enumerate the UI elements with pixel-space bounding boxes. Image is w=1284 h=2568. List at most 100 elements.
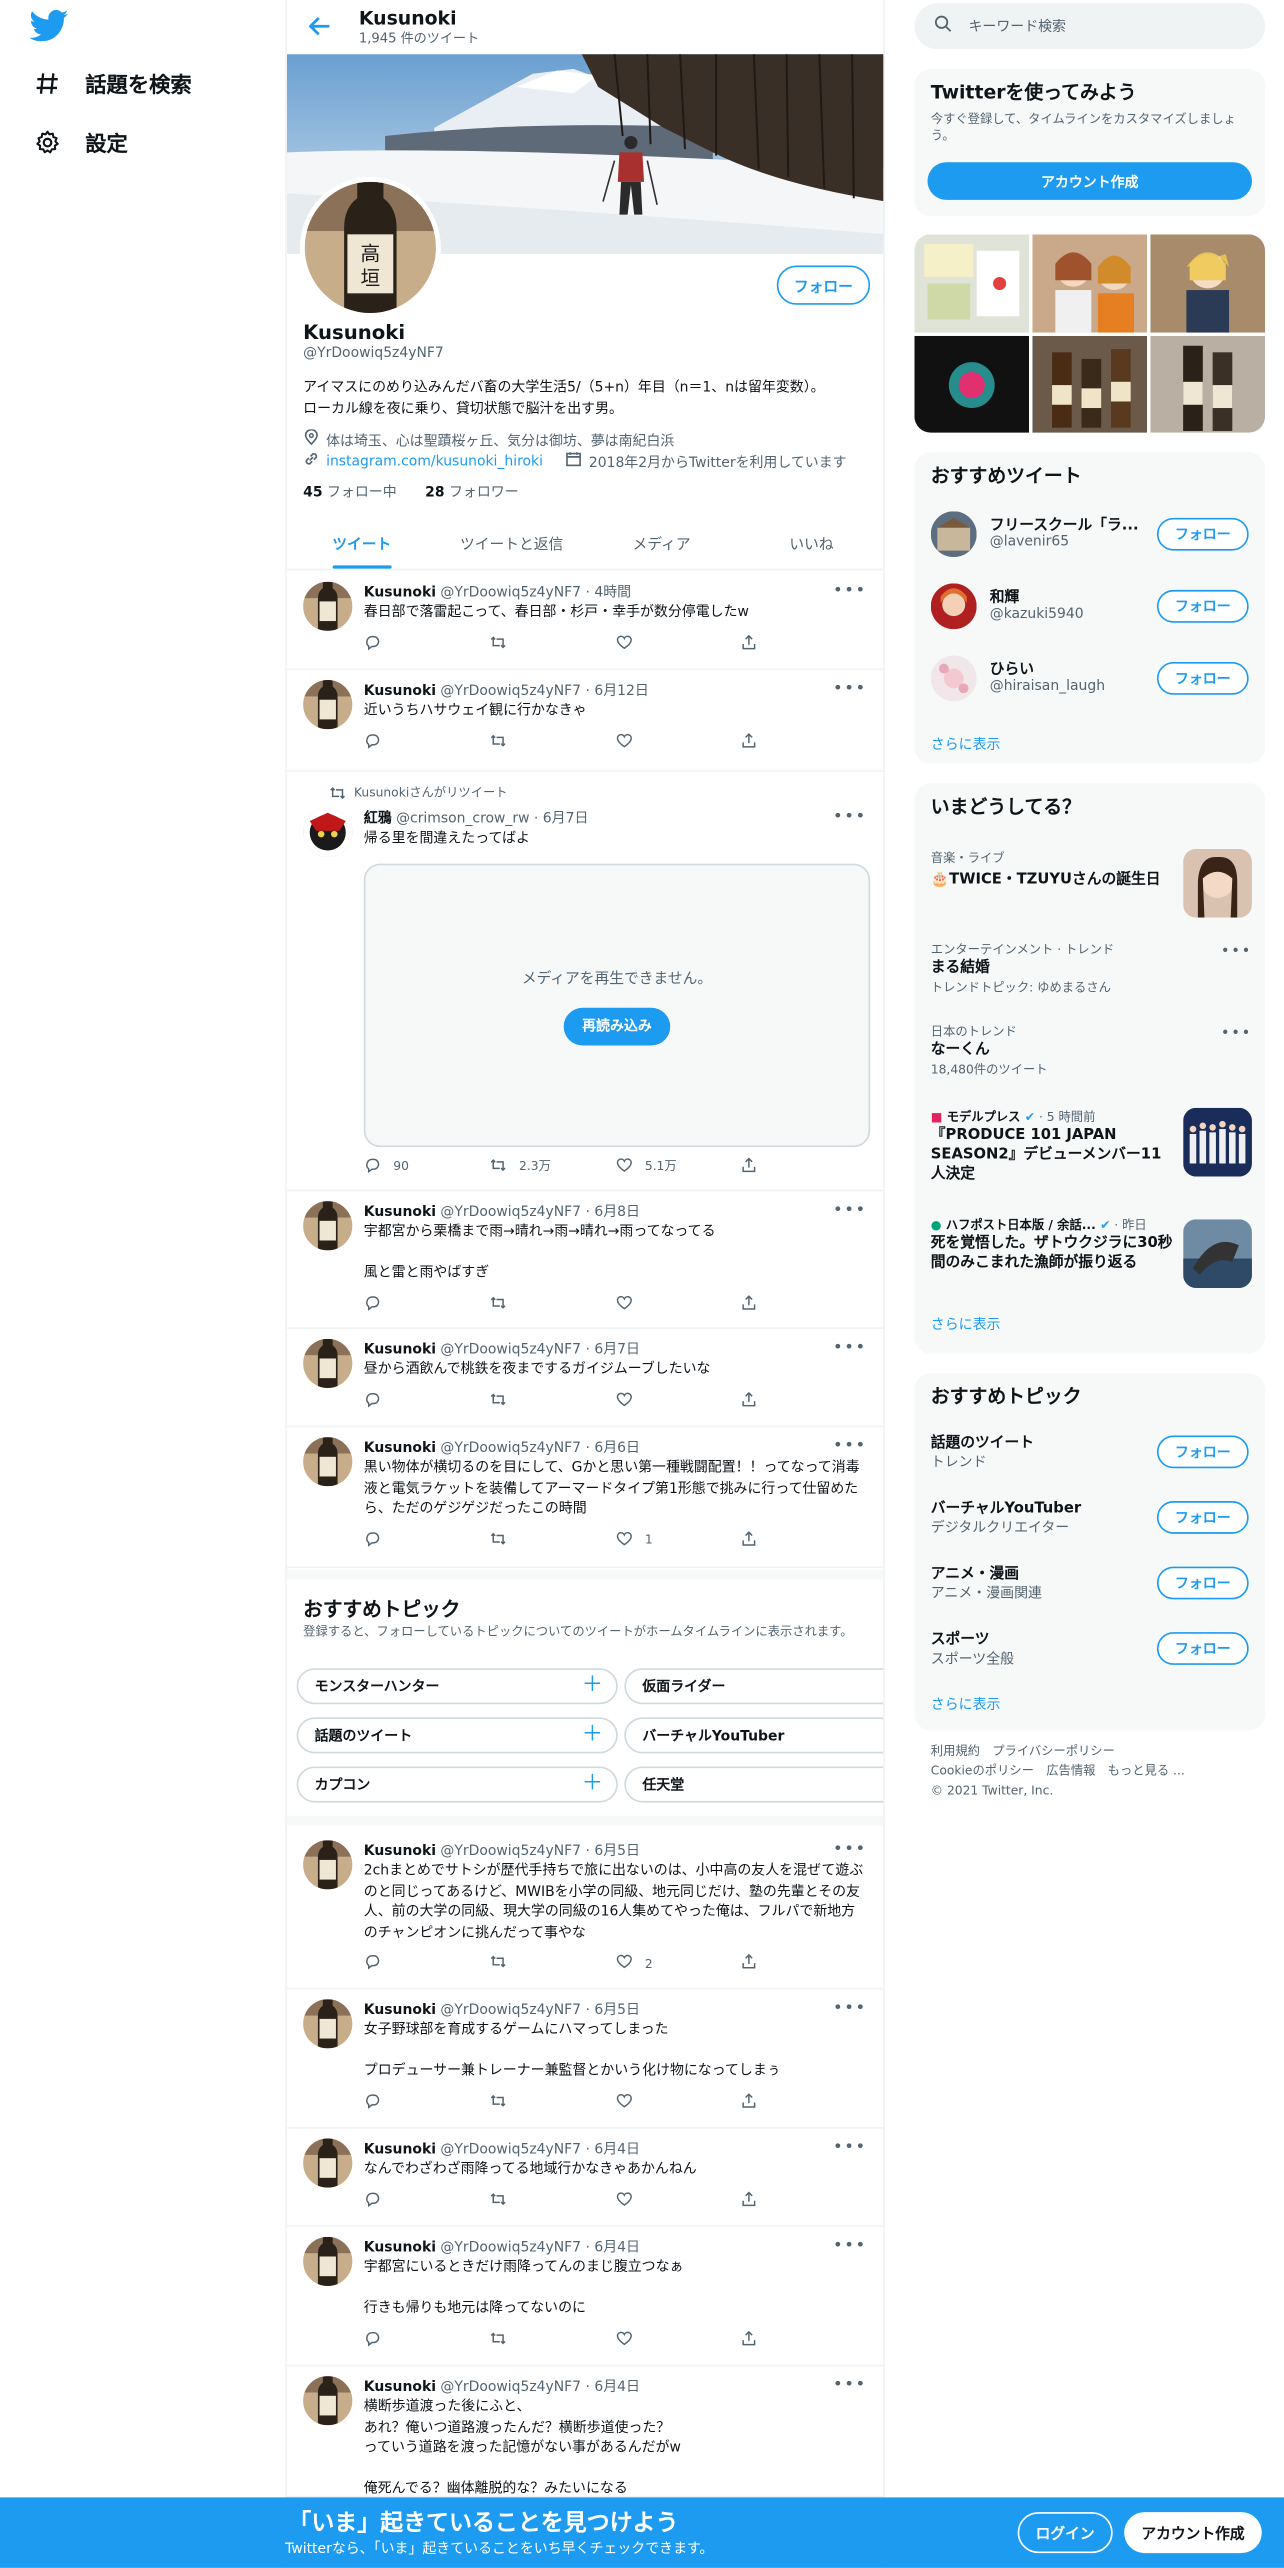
tweet-time[interactable]: 6月12日: [594, 683, 648, 699]
tweet-author-name[interactable]: Kusunoki: [364, 2379, 436, 2395]
tweet[interactable]: ••• Kusunoki @YrDoowiq5z4yNF7 · 6月12日 近いうち…: [286, 670, 884, 772]
reply-button[interactable]: [364, 1530, 490, 1550]
topic-chip[interactable]: 話題のツイート ＋: [296, 1717, 618, 1754]
retweet-button[interactable]: [490, 1390, 616, 1410]
tweet[interactable]: ••• Kusunoki @YrDoowiq5z4yNF7 · 6月6日 黒い物体が…: [286, 1427, 884, 1569]
like-button[interactable]: [615, 633, 741, 653]
twitter-logo-icon[interactable]: [29, 9, 69, 43]
nav-settings[interactable]: 設定: [33, 126, 128, 157]
reply-button[interactable]: [364, 1953, 490, 1973]
reply-button[interactable]: [364, 633, 490, 653]
retweet-button[interactable]: [490, 2092, 616, 2112]
reply-button[interactable]: [364, 732, 490, 752]
tweet[interactable]: ••• Kusunoki @YrDoowiq5z4yNF7 · 6月8日 宇都宮から…: [286, 1191, 884, 1329]
more-icon[interactable]: •••: [1221, 944, 1252, 960]
follow-button[interactable]: フォロー: [1156, 589, 1249, 623]
tweet-author-name[interactable]: Kusunoki: [364, 1440, 436, 1456]
news-item[interactable]: ● ハフポスト日本版 / 余話... ✔ · 昨日 死を覚悟した。ザトウクジラに…: [931, 1216, 1252, 1308]
suggested-user[interactable]: 和輝 @kazuki5940 フォロー: [930, 580, 1252, 636]
tab-media[interactable]: メディア: [587, 518, 737, 569]
tweet-time[interactable]: 6月7日: [543, 811, 589, 827]
follow-button[interactable]: フォロー: [1156, 1501, 1249, 1534]
tweet-author-name[interactable]: Kusunoki: [364, 2002, 436, 2018]
like-button[interactable]: [615, 2092, 741, 2112]
share-button[interactable]: [741, 1390, 867, 1410]
like-button[interactable]: [615, 732, 741, 752]
tweet-author-handle[interactable]: @crimson_crow_rw: [396, 811, 529, 827]
topic-chip[interactable]: 仮面ライダー: [624, 1668, 884, 1705]
tweet-author-handle[interactable]: @YrDoowiq5z4yNF7: [440, 683, 581, 699]
tweet-time[interactable]: 6月5日: [594, 1844, 640, 1860]
tab-tweets[interactable]: ツイート: [287, 518, 437, 569]
topic-chip[interactable]: カプコン ＋: [296, 1766, 618, 1803]
like-button[interactable]: [615, 1294, 741, 1314]
media-thumb[interactable]: [1032, 335, 1148, 433]
tweet-author-handle[interactable]: @YrDoowiq5z4yNF7: [440, 2240, 581, 2256]
avatar[interactable]: [303, 807, 353, 858]
tweet-author-name[interactable]: Kusunoki: [364, 1844, 436, 1860]
avatar[interactable]: [930, 511, 977, 558]
topic-chip[interactable]: バーチャルYouTuber: [624, 1717, 884, 1754]
retweet-button[interactable]: [490, 2329, 616, 2349]
tweet-time[interactable]: 6月4日: [594, 2142, 640, 2158]
avatar[interactable]: [303, 680, 353, 730]
search-box[interactable]: キーワード検索: [914, 3, 1266, 50]
follow-button[interactable]: フォロー: [1156, 517, 1249, 551]
tweet-author-name[interactable]: Kusunoki: [364, 2240, 436, 2256]
share-button[interactable]: [741, 1294, 867, 1314]
plus-icon[interactable]: ＋: [582, 1674, 603, 1698]
tweet-author-name[interactable]: Kusunoki: [364, 683, 436, 699]
topic-row[interactable]: バーチャルYouTuber デジタルクリエイター フォロー: [931, 1491, 1252, 1547]
tweet-time[interactable]: 4時間: [594, 585, 631, 601]
share-button[interactable]: [741, 633, 867, 653]
tweet-time[interactable]: 6月4日: [594, 2379, 640, 2395]
retweet-button[interactable]: 2.3万: [490, 1156, 616, 1176]
footer-line[interactable]: Cookieのポリシー 広告情報 もっと見る ...: [931, 1762, 1259, 1782]
show-more-link[interactable]: さらに表示: [931, 1694, 1001, 1714]
avatar[interactable]: [303, 1999, 353, 2049]
tweet-author-handle[interactable]: @YrDoowiq5z4yNF7: [440, 2002, 581, 2018]
tweet-author-handle[interactable]: @YrDoowiq5z4yNF7: [440, 1844, 581, 1860]
share-button[interactable]: [741, 1953, 867, 1973]
media-thumb[interactable]: [1150, 335, 1266, 433]
footer-line[interactable]: 利用規約 プライバシーポリシー: [931, 1742, 1259, 1762]
tweet[interactable]: ••• Kusunoki @YrDoowiq5z4yNF7 · 6月4日 宇都宮にい…: [286, 2227, 884, 2367]
reply-button[interactable]: [364, 2329, 490, 2349]
login-button[interactable]: ログイン: [1017, 2512, 1113, 2554]
media-thumb[interactable]: [1032, 234, 1148, 333]
tweet[interactable]: ••• Kusunoki @YrDoowiq5z4yNF7 · 6月7日 昼から酒飲…: [286, 1329, 884, 1428]
avatar[interactable]: [303, 2376, 353, 2426]
topic-row[interactable]: スポーツ スポーツ全般 フォロー: [931, 1622, 1252, 1678]
media-thumb[interactable]: [1150, 234, 1266, 333]
tweet-author-name[interactable]: 紅鴉: [364, 811, 392, 827]
share-button[interactable]: [741, 2329, 867, 2349]
tweet-time[interactable]: 6月8日: [594, 1204, 640, 1220]
follow-button[interactable]: フォロー: [776, 265, 871, 305]
tweet[interactable]: ••• Kusunoki @YrDoowiq5z4yNF7 · 6月4日 横断歩道渡…: [286, 2366, 884, 2498]
tweet-time[interactable]: 6月5日: [594, 2002, 640, 2018]
avatar[interactable]: [930, 583, 977, 630]
avatar[interactable]: [303, 1338, 353, 1388]
search-input[interactable]: キーワード検索: [968, 16, 1066, 36]
tweet-author-name[interactable]: Kusunoki: [364, 585, 436, 601]
media-thumb[interactable]: [914, 335, 1030, 433]
tweet-author-handle[interactable]: @YrDoowiq5z4yNF7: [440, 1342, 581, 1358]
signup-button[interactable]: アカウント作成: [1124, 2512, 1262, 2554]
avatar[interactable]: [303, 1840, 353, 1890]
tweet-time[interactable]: 6月4日: [594, 2240, 640, 2256]
tab-likes[interactable]: いいね: [737, 518, 884, 569]
tweet-author-name[interactable]: Kusunoki: [364, 2142, 436, 2158]
like-button[interactable]: [615, 1390, 741, 1410]
tweet-author-handle[interactable]: @YrDoowiq5z4yNF7: [440, 585, 581, 601]
follow-button[interactable]: フォロー: [1156, 662, 1249, 695]
follow-button[interactable]: フォロー: [1156, 1566, 1249, 1600]
like-button[interactable]: 1: [615, 1530, 741, 1550]
retweet-button[interactable]: [490, 1530, 616, 1550]
follow-button[interactable]: フォロー: [1156, 1435, 1249, 1469]
tweet-author-name[interactable]: Kusunoki: [364, 1342, 436, 1358]
share-button[interactable]: [741, 1156, 867, 1176]
reply-button[interactable]: [364, 2190, 490, 2210]
nav-explore[interactable]: 話題を検索: [33, 67, 192, 98]
share-button[interactable]: [741, 2092, 867, 2112]
retweet-button[interactable]: [490, 1953, 616, 1973]
